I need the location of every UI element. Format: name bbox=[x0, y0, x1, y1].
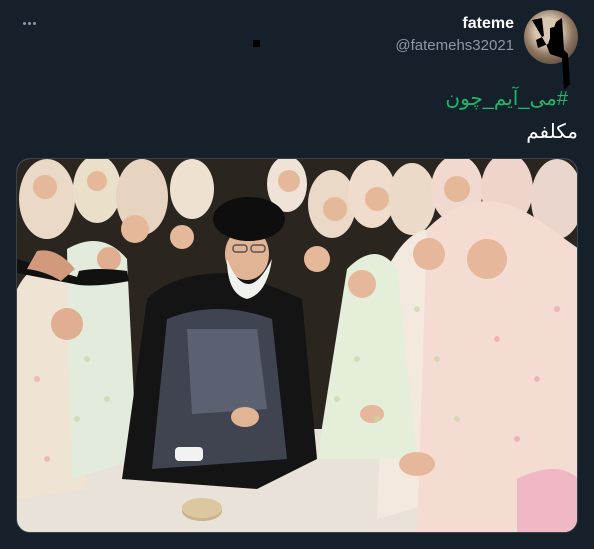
author-display-name[interactable]: fateme bbox=[395, 14, 514, 34]
photo-illustration bbox=[17, 159, 577, 532]
tweet-text: مکلفم bbox=[526, 121, 578, 143]
author-handle[interactable]: @fatemehs32021 bbox=[395, 36, 514, 56]
tweet-card: fateme @fatemehs32021 #می_آیم_چون مکلفم bbox=[0, 0, 594, 549]
tweet-photo[interactable] bbox=[16, 158, 578, 533]
hashtag-link[interactable]: #می_آیم_چون bbox=[445, 87, 568, 111]
more-options-button[interactable] bbox=[18, 14, 40, 32]
tweet-author[interactable]: fateme @fatemehs32021 bbox=[395, 14, 514, 56]
avatar-scribble bbox=[532, 18, 570, 90]
black-square-mark bbox=[253, 40, 260, 47]
more-horizontal-icon bbox=[22, 21, 26, 25]
